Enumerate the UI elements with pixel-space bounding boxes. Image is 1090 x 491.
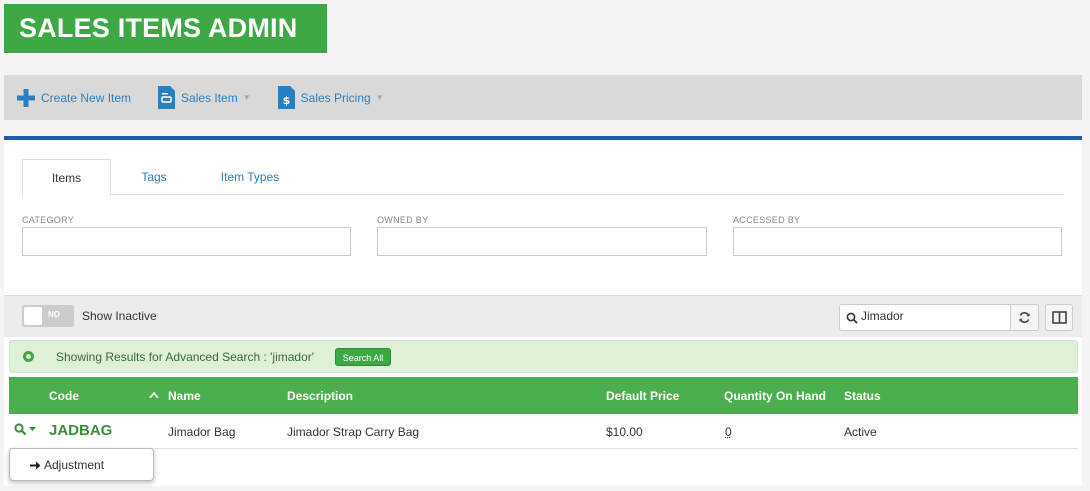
create-new-item-label: Create New Item (41, 90, 132, 105)
sales-pricing-menu[interactable]: $ Sales Pricing ▼ (277, 85, 384, 110)
columns-button[interactable] (1045, 304, 1073, 331)
show-inactive-label: Show Inactive (82, 309, 157, 323)
column-header-name[interactable]: Name (168, 389, 201, 403)
column-header-code[interactable]: Code (49, 389, 79, 403)
show-inactive-toggle[interactable]: NO (22, 305, 74, 327)
sort-ascending-icon (149, 392, 159, 398)
toggle-knob (24, 307, 42, 325)
tab-bar: Items Tags Item Types (22, 159, 1064, 196)
menu-item-adjustment-label: Adjustment (44, 458, 105, 472)
column-header-quantity-on-hand[interactable]: Quantity On Hand (724, 389, 826, 403)
svg-text:$: $ (282, 94, 290, 107)
tab-tags[interactable]: Tags (118, 159, 190, 195)
sales-item-menu[interactable]: Sales Item ▼ (157, 85, 251, 110)
clear-search-icon[interactable] (23, 351, 34, 362)
items-panel: Items Tags Item Types CATEGORY OWNED BY … (4, 136, 1082, 486)
cell-name: Jimador Bag (168, 425, 236, 439)
search-input[interactable] (861, 309, 1006, 323)
chevron-down-icon (29, 427, 36, 431)
table-header: Code Name Description Default Price Quan… (9, 377, 1078, 414)
refresh-button[interactable] (1010, 304, 1039, 331)
tab-items[interactable]: Items (22, 159, 111, 196)
toggle-state: NO (48, 310, 60, 319)
page-title: SALES ITEMS ADMIN (4, 4, 327, 53)
cell-quantity-on-hand[interactable]: 0 (725, 425, 732, 439)
category-label: CATEGORY (22, 215, 75, 225)
row-action-menu-button[interactable] (14, 423, 36, 436)
search-results-banner: Showing Results for Advanced Search : 'j… (9, 340, 1078, 373)
search-all-button[interactable]: Search All (335, 348, 391, 366)
accessed-by-field[interactable] (733, 227, 1062, 256)
sales-pricing-label: Sales Pricing (300, 90, 371, 105)
chevron-down-icon: ▼ (375, 93, 384, 102)
pricing-document-icon: $ (277, 86, 295, 109)
search-icon (846, 312, 858, 324)
toolbar: Create New Item Sales Item ▼ $ Sales Pri… (4, 75, 1082, 120)
cell-description: Jimador Strap Carry Bag (287, 425, 420, 439)
column-header-status[interactable]: Status (844, 389, 881, 403)
search-box[interactable] (839, 304, 1011, 331)
magnifier-icon (14, 423, 27, 436)
cell-status: Active (844, 425, 877, 439)
columns-icon (1051, 311, 1067, 324)
owned-by-label: OWNED BY (377, 215, 429, 225)
document-icon (158, 86, 176, 109)
sales-item-label: Sales Item (181, 90, 238, 105)
column-header-description[interactable]: Description (287, 389, 353, 403)
chevron-down-icon: ▼ (242, 93, 251, 102)
column-header-default-price[interactable]: Default Price (606, 389, 679, 403)
accessed-by-label: ACCESSED BY (733, 215, 801, 225)
row-action-dropdown: Adjustment (9, 448, 154, 481)
cell-code[interactable]: JADBAG (49, 422, 112, 439)
list-controls-bar: NO Show Inactive (4, 295, 1082, 337)
owned-by-field[interactable] (377, 227, 707, 256)
menu-item-adjustment[interactable]: Adjustment (30, 458, 104, 472)
tab-item-types[interactable]: Item Types (200, 159, 300, 195)
arrow-right-icon (30, 461, 41, 469)
create-new-item-button[interactable]: Create New Item (16, 88, 131, 108)
results-message: Showing Results for Advanced Search : 'j… (56, 350, 315, 364)
plus-icon (17, 88, 35, 107)
refresh-icon (1019, 312, 1030, 323)
table-row[interactable]: JADBAG Jimador Bag Jimador Strap Carry B… (9, 414, 1078, 449)
cell-default-price: $10.00 (606, 425, 643, 439)
category-field[interactable] (22, 227, 351, 256)
